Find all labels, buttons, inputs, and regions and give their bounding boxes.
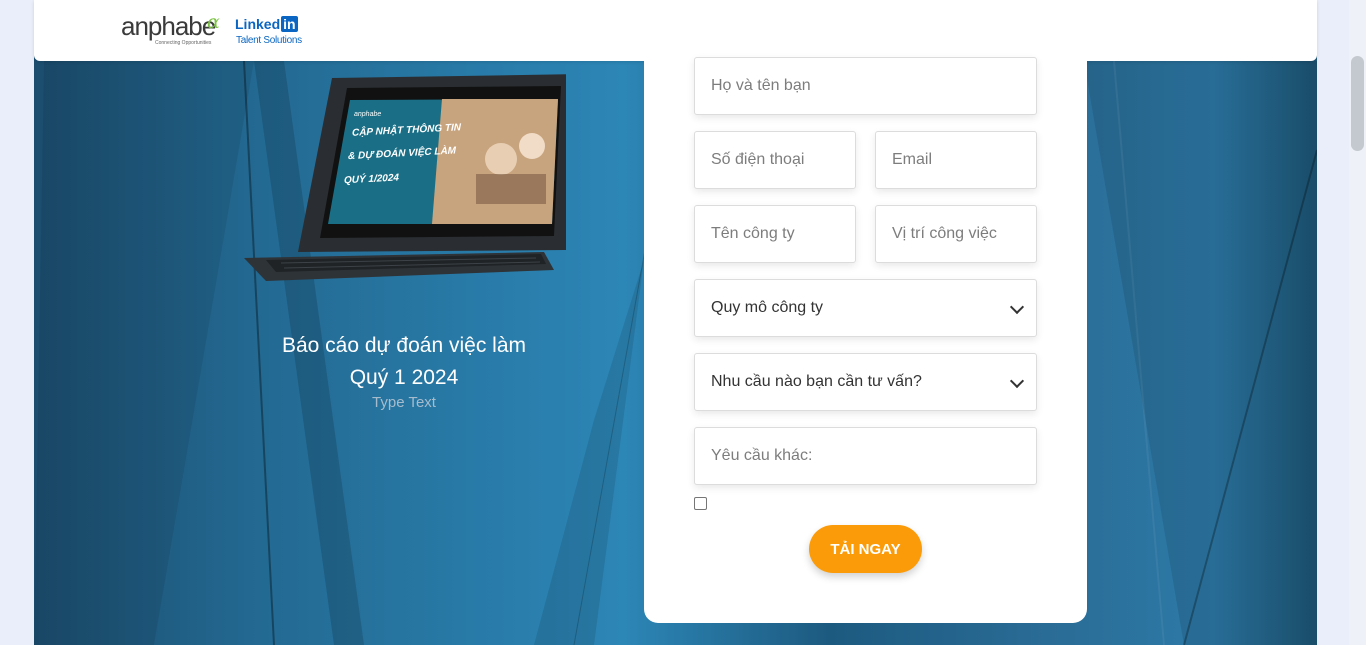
chevron-down-icon: [1009, 299, 1025, 315]
scrollbar-thumb[interactable]: [1351, 56, 1364, 151]
linkedin-wordmark: Linked: [235, 16, 281, 32]
consulting-need-selected-value: Nhu cầu nào bạn cần tư vấn?: [711, 373, 922, 390]
consent-checkbox[interactable]: [694, 497, 707, 510]
linkedin-in-icon: in: [281, 16, 298, 32]
linkedin-logo[interactable]: Linked in: [235, 16, 298, 32]
chevron-down-icon: [1009, 373, 1025, 389]
email-input[interactable]: [875, 131, 1037, 189]
report-subtitle: Type Text: [372, 394, 436, 411]
company-size-select[interactable]: Quy mô công ty: [694, 279, 1037, 337]
report-title-line1: Báo cáo dự đoán việc làm: [281, 334, 527, 357]
other-request-input[interactable]: [694, 427, 1037, 485]
anphabe-logo[interactable]: anphabe: [121, 13, 216, 39]
job-position-input[interactable]: [875, 205, 1037, 263]
tablet-brand-text: anphabe: [354, 111, 381, 118]
phone-input[interactable]: [694, 131, 856, 189]
report-title: Báo cáo dự đoán việc làm Quý 1 2024: [240, 330, 568, 394]
consulting-need-select[interactable]: Nhu cầu nào bạn cần tư vấn?: [694, 353, 1037, 411]
full-name-input[interactable]: [694, 57, 1037, 115]
report-title-line2: Quý 1 2024: [349, 366, 459, 389]
linkedin-talent-solutions-label: Talent Solutions: [236, 35, 302, 46]
tablet-report-image: anphabe CẬP NHẬT THÔNG TIN & DỰ ĐOÁN VIỆ…: [244, 74, 566, 281]
company-name-input[interactable]: [694, 205, 856, 263]
company-size-selected-value: Quy mô công ty: [711, 299, 824, 316]
alpha-symbol-icon: α: [207, 11, 220, 33]
page-scrollbar[interactable]: [1349, 0, 1366, 645]
download-now-button[interactable]: TẢI NGAY: [809, 525, 922, 573]
anphabe-tagline: Connecting Opportunities: [155, 40, 212, 46]
